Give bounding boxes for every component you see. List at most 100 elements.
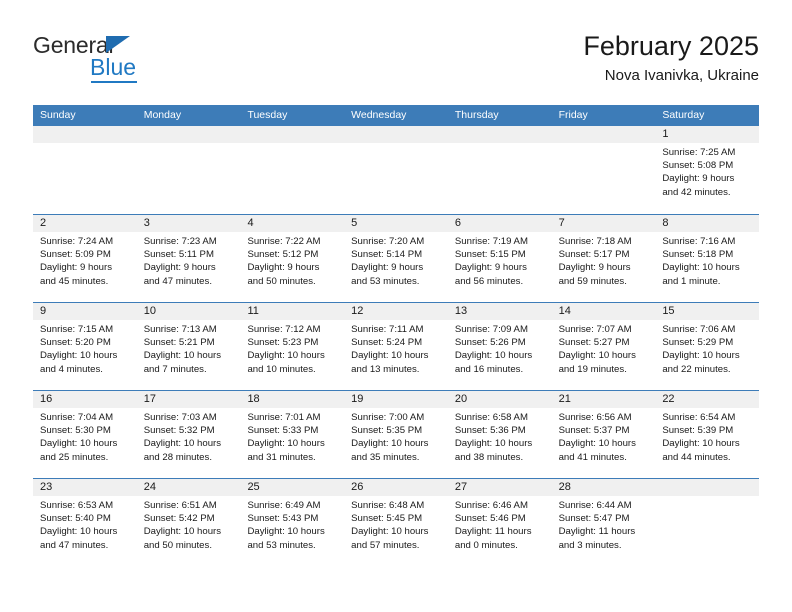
daylight-duration-line1: Daylight: 9 hours <box>454 262 527 274</box>
daylight-duration-line2: and 57 minutes. <box>351 539 420 551</box>
daylight-duration-line2: and 35 minutes. <box>351 451 420 463</box>
day-details: Sunrise: 7:01 AM Sunset: 5:33 PM Daylight:… <box>240 408 344 464</box>
day-cell-empty <box>655 479 760 566</box>
logo-triangle-icon <box>106 36 130 53</box>
day-details: Sunrise: 7:09 AM Sunset: 5:26 PM Daylight:… <box>448 320 552 376</box>
day-number: 21 <box>551 391 656 408</box>
day-cell-14[interactable]: 14 Sunrise: 7:07 AM Sunset: 5:27 PM Dayligh… <box>551 303 656 390</box>
day-cell-3[interactable]: 3 Sunrise: 7:23 AM Sunset: 5:11 PM Daylight… <box>136 215 241 302</box>
sunset-time: Sunset: 5:40 PM <box>40 513 111 525</box>
daylight-duration-line1: Daylight: 10 hours <box>247 350 325 362</box>
day-number: 19 <box>344 391 448 408</box>
day-details: Sunrise: 7:03 AM Sunset: 5:32 PM Daylight:… <box>137 408 241 464</box>
page-title: February 2025 <box>583 31 759 61</box>
weekday-header-row: Sunday Monday Tuesday Wednesday Thursday Frid… <box>33 105 759 126</box>
daylight-duration-line2: and 44 minutes. <box>662 451 731 463</box>
sunrise-time: Sunrise: 7:11 AM <box>351 324 424 335</box>
day-number: 23 <box>33 479 137 496</box>
day-details: Sunrise: 7:24 AM Sunset: 5:09 PM Daylight:… <box>33 232 137 288</box>
daylight-duration-line1: Daylight: 10 hours <box>662 438 740 450</box>
day-cell-2[interactable]: 2 Sunrise: 7:24 AM Sunset: 5:09 PM Daylight… <box>33 215 137 302</box>
sunset-time: Sunset: 5:35 PM <box>351 425 423 437</box>
sunset-time: Sunset: 5:46 PM <box>454 513 526 525</box>
daylight-duration-line1: Daylight: 10 hours <box>40 350 118 362</box>
sunset-time: Sunset: 5:42 PM <box>143 513 215 525</box>
sunrise-time: Sunrise: 7:19 AM <box>454 236 528 247</box>
daylight-duration-line1: Daylight: 9 hours <box>143 262 216 274</box>
daylight-duration-line1: Daylight: 10 hours <box>454 350 533 362</box>
day-cell-18[interactable]: 18 Sunrise: 7:01 AM Sunset: 5:33 PM Dayligh… <box>240 391 345 478</box>
day-number: 2 <box>33 215 137 232</box>
day-cell-25[interactable]: 25 Sunrise: 6:49 AM Sunset: 5:43 PM Dayligh… <box>240 479 345 566</box>
sunset-time: Sunset: 5:15 PM <box>454 249 526 261</box>
day-cell-16[interactable]: 16 Sunrise: 7:04 AM Sunset: 5:30 PM Dayligh… <box>33 391 137 478</box>
day-cell-19[interactable]: 19 Sunrise: 7:00 AM Sunset: 5:35 PM Dayligh… <box>344 391 448 478</box>
day-number <box>240 126 345 143</box>
day-number: 26 <box>344 479 448 496</box>
daylight-duration-line2: and 41 minutes. <box>558 451 627 463</box>
calendar-week-row: 23 Sunrise: 6:53 AM Sunset: 5:40 PM Dayligh… <box>33 478 760 566</box>
day-cell-8[interactable]: 8 Sunrise: 7:16 AM Sunset: 5:18 PM Daylight… <box>655 215 760 302</box>
day-details: Sunrise: 7:23 AM Sunset: 5:11 PM Daylight:… <box>137 232 241 288</box>
sunrise-time: Sunrise: 6:49 AM <box>247 500 321 511</box>
day-cell-28[interactable]: 28 Sunrise: 6:44 AM Sunset: 5:47 PM Dayligh… <box>551 479 656 566</box>
day-cell-6[interactable]: 6 Sunrise: 7:19 AM Sunset: 5:15 PM Daylight… <box>447 215 552 302</box>
day-number: 18 <box>240 391 345 408</box>
sunset-time: Sunset: 5:27 PM <box>558 337 630 349</box>
sunset-time: Sunset: 5:45 PM <box>351 513 423 525</box>
day-cell-15[interactable]: 15 Sunrise: 7:06 AM Sunset: 5:29 PM Dayligh… <box>655 303 760 390</box>
daylight-duration-line1: Daylight: 10 hours <box>662 262 740 274</box>
day-cell-13[interactable]: 13 Sunrise: 7:09 AM Sunset: 5:26 PM Dayligh… <box>447 303 552 390</box>
daylight-duration-line2: and 38 minutes. <box>454 451 524 463</box>
sunset-time: Sunset: 5:20 PM <box>40 337 111 349</box>
page-header: General Blue February 2025 Nova Ivanivka… <box>33 30 759 96</box>
daylight-duration-line1: Daylight: 10 hours <box>143 438 222 450</box>
day-details: Sunrise: 6:46 AM Sunset: 5:46 PM Daylight:… <box>448 496 552 552</box>
day-number: 9 <box>33 303 137 320</box>
weekday-header-saturday: Saturday <box>662 109 705 121</box>
sunrise-time: Sunrise: 7:04 AM <box>40 412 114 423</box>
day-cell-9[interactable]: 9 Sunrise: 7:15 AM Sunset: 5:20 PM Daylight… <box>33 303 137 390</box>
day-details: Sunrise: 7:19 AM Sunset: 5:15 PM Daylight:… <box>448 232 552 288</box>
sunset-time: Sunset: 5:24 PM <box>351 337 423 349</box>
day-number <box>33 126 137 143</box>
weekday-header-thursday: Thursday <box>454 109 499 121</box>
daylight-duration-line1: Daylight: 10 hours <box>454 438 533 450</box>
day-number: 5 <box>344 215 448 232</box>
day-details: Sunrise: 7:15 AM Sunset: 5:20 PM Daylight:… <box>33 320 137 376</box>
day-cell-4[interactable]: 4 Sunrise: 7:22 AM Sunset: 5:12 PM Daylight… <box>240 215 345 302</box>
day-cell-27[interactable]: 27 Sunrise: 6:46 AM Sunset: 5:46 PM Dayligh… <box>447 479 552 566</box>
daylight-duration-line1: Daylight: 10 hours <box>558 350 636 362</box>
day-cell-20[interactable]: 20 Sunrise: 6:58 AM Sunset: 5:36 PM Dayligh… <box>447 391 552 478</box>
day-number: 13 <box>447 303 552 320</box>
day-number: 24 <box>136 479 241 496</box>
day-cell-10[interactable]: 10 Sunrise: 7:13 AM Sunset: 5:21 PM Dayligh… <box>136 303 241 390</box>
sunrise-time: Sunrise: 7:09 AM <box>454 324 528 335</box>
day-details: Sunrise: 6:51 AM Sunset: 5:42 PM Daylight:… <box>137 496 241 552</box>
day-number <box>447 126 552 143</box>
day-cell-24[interactable]: 24 Sunrise: 6:51 AM Sunset: 5:42 PM Dayligh… <box>136 479 241 566</box>
day-cell-17[interactable]: 17 Sunrise: 7:03 AM Sunset: 5:32 PM Dayligh… <box>136 391 241 478</box>
daylight-duration-line2: and 3 minutes. <box>558 539 622 551</box>
day-cell-26[interactable]: 26 Sunrise: 6:48 AM Sunset: 5:45 PM Dayligh… <box>344 479 448 566</box>
day-cell-12[interactable]: 12 Sunrise: 7:11 AM Sunset: 5:24 PM Dayligh… <box>344 303 448 390</box>
sunrise-time: Sunrise: 7:03 AM <box>143 412 217 423</box>
daylight-duration-line1: Daylight: 9 hours <box>351 262 424 274</box>
day-cell-22[interactable]: 22 Sunrise: 6:54 AM Sunset: 5:39 PM Dayligh… <box>655 391 760 478</box>
day-cell-7[interactable]: 7 Sunrise: 7:18 AM Sunset: 5:17 PM Daylight… <box>551 215 656 302</box>
sunset-time: Sunset: 5:26 PM <box>454 337 526 349</box>
logo-text-blue: Blue <box>90 54 137 80</box>
sunrise-time: Sunrise: 7:15 AM <box>40 324 114 335</box>
sunrise-time: Sunrise: 6:53 AM <box>40 500 114 511</box>
general-blue-logo[interactable]: General Blue <box>33 30 233 90</box>
day-cell-empty <box>136 126 241 214</box>
day-cell-23[interactable]: 23 Sunrise: 6:53 AM Sunset: 5:40 PM Dayligh… <box>33 479 137 566</box>
day-cell-1[interactable]: 1 Sunrise: 7:25 AM Sunset: 5:08 PM Daylight… <box>655 126 760 214</box>
sunrise-time: Sunrise: 7:07 AM <box>558 324 632 335</box>
sunrise-time: Sunrise: 6:54 AM <box>662 412 736 423</box>
day-cell-5[interactable]: 5 Sunrise: 7:20 AM Sunset: 5:14 PM Daylight… <box>344 215 448 302</box>
day-cell-21[interactable]: 21 Sunrise: 6:56 AM Sunset: 5:37 PM Dayligh… <box>551 391 656 478</box>
day-cell-11[interactable]: 11 Sunrise: 7:12 AM Sunset: 5:23 PM Dayligh… <box>240 303 345 390</box>
day-number: 10 <box>136 303 241 320</box>
daylight-duration-line2: and 22 minutes. <box>662 363 731 375</box>
